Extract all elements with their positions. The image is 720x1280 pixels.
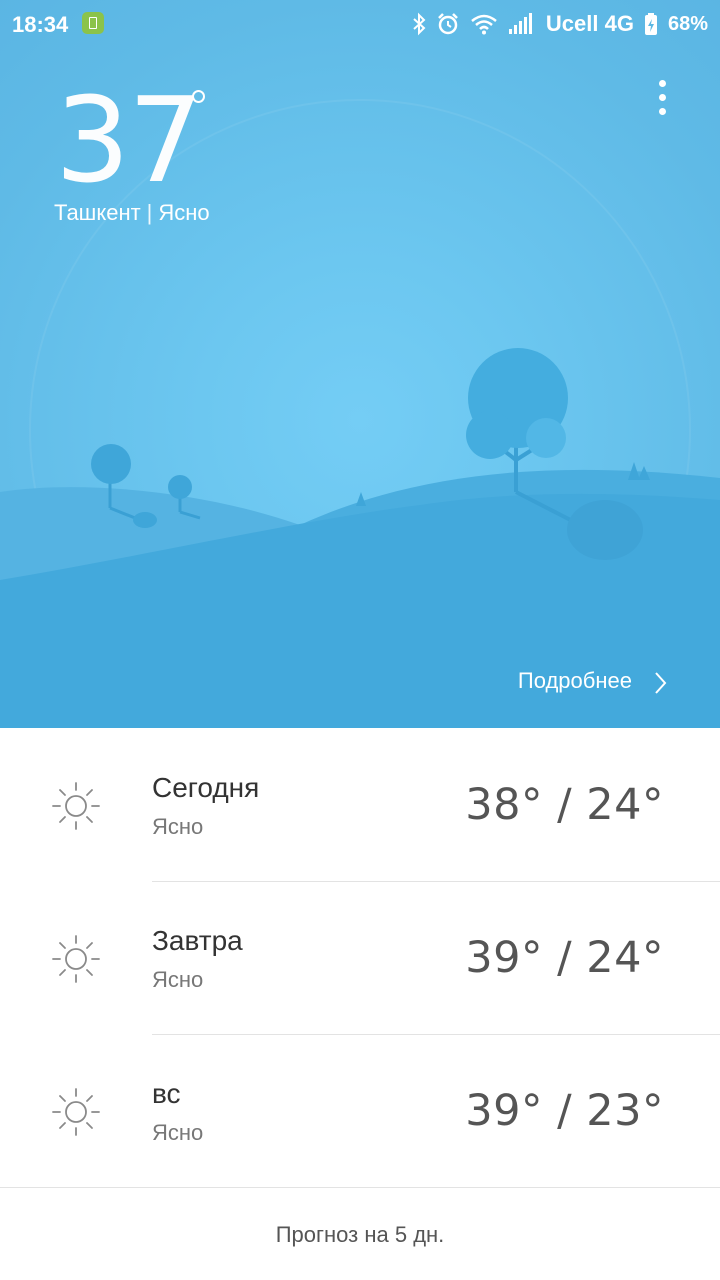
wifi-icon bbox=[471, 14, 497, 35]
forecast-condition: Ясно bbox=[152, 1120, 204, 1145]
forecast-temp-range: 39° / 24° bbox=[465, 933, 664, 983]
battery-percent: 68% bbox=[667, 12, 708, 35]
forecast-row-today[interactable]: Сегодня Ясно 38° / 24° bbox=[0, 728, 720, 881]
location-condition: Ташкент | Ясно bbox=[54, 200, 210, 226]
weather-hero: 18:34 Ucell 4G 68% 37 Ташкент | Ясно Под… bbox=[0, 0, 720, 728]
forecast-condition: Ясно bbox=[152, 967, 204, 992]
sun-icon bbox=[52, 935, 100, 983]
current-condition: Ясно bbox=[158, 200, 210, 225]
sun-icon bbox=[52, 1088, 100, 1136]
details-link[interactable]: Подробнее bbox=[518, 668, 668, 694]
divider bbox=[0, 1187, 720, 1188]
battery-saver-icon bbox=[82, 12, 104, 34]
details-label[interactable]: Подробнее bbox=[518, 668, 632, 694]
battery-icon bbox=[644, 13, 657, 35]
more-vert-icon[interactable] bbox=[650, 80, 674, 120]
current-temperature: 37 bbox=[55, 71, 203, 209]
carrier-label: Ucell 4G bbox=[545, 11, 634, 36]
chevron-right-icon[interactable] bbox=[648, 669, 672, 697]
forecast-day: Завтра bbox=[152, 925, 243, 956]
degree-icon bbox=[192, 90, 205, 103]
sun-icon bbox=[52, 782, 100, 830]
bluetooth-icon bbox=[413, 12, 426, 36]
forecast-row-tomorrow[interactable]: Завтра Ясно 39° / 24° bbox=[0, 881, 720, 1034]
city-name: Ташкент bbox=[54, 200, 141, 225]
five-day-forecast-button[interactable]: Прогноз на 5 дн. bbox=[0, 1222, 720, 1248]
separator: | bbox=[146, 200, 153, 225]
forecast-day: Сегодня bbox=[152, 772, 260, 803]
forecast-temp-range: 39° / 23° bbox=[465, 1086, 664, 1136]
status-time: 18:34 bbox=[12, 12, 69, 37]
forecast-condition: Ясно bbox=[152, 814, 204, 839]
alarm-icon bbox=[438, 13, 458, 35]
forecast-day: вс bbox=[152, 1078, 181, 1109]
forecast-row-sunday[interactable]: вс Ясно 39° / 23° bbox=[0, 1034, 720, 1187]
signal-icon bbox=[508, 13, 532, 34]
forecast-temp-range: 38° / 24° bbox=[465, 780, 664, 830]
status-bar: 18:34 Ucell 4G 68% bbox=[0, 0, 720, 50]
